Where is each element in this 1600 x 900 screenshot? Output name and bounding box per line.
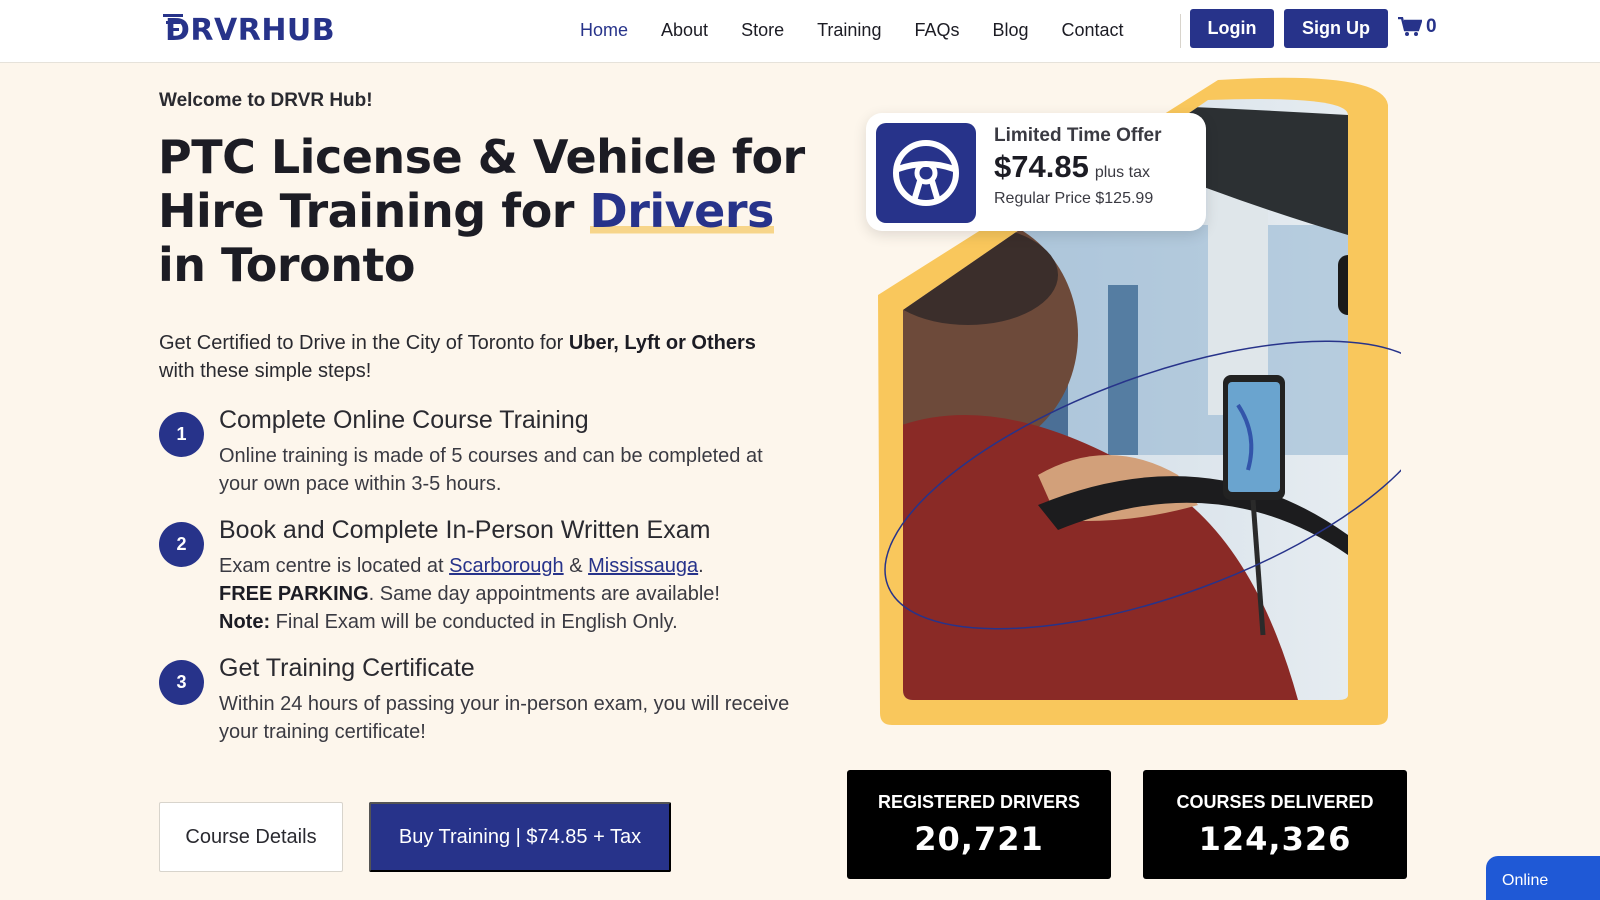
exam-location-text: Exam centre is located at (219, 555, 450, 577)
nav-faqs[interactable]: FAQs (914, 18, 959, 42)
step-title: Complete Online Course Training (219, 406, 589, 434)
offer-card: Limited Time Offer $74.85 plus tax Regula… (866, 113, 1206, 231)
online-chat-widget[interactable]: Online (1486, 856, 1600, 900)
step-number-badge: 1 (159, 412, 204, 457)
note-text: Final Exam will be conducted in English … (270, 611, 678, 633)
regular-price: Regular Price $125.99 (994, 190, 1154, 207)
ampersand: & (563, 555, 589, 577)
welcome-text: Welcome to DRVR Hub! (159, 90, 373, 111)
nav-store[interactable]: Store (741, 18, 784, 42)
site-header: DRVRHUB Home About Store Training FAQs B… (0, 0, 1600, 63)
nav-training[interactable]: Training (817, 18, 881, 42)
mississauga-link[interactable]: Mississauga (588, 555, 698, 577)
title-part-2: in Toronto (158, 238, 416, 292)
step-title: Book and Complete In-Person Written Exam (219, 516, 711, 544)
intro-bold: Uber, Lyft or Others (568, 332, 756, 354)
nav-contact[interactable]: Contact (1062, 18, 1124, 42)
logo-text: DRVRHUB (165, 12, 336, 48)
step-description: Exam centre is located at Scarborough & … (219, 552, 799, 636)
intro-part-1: Get Certified to Drive in the City of To… (159, 332, 569, 354)
stat-registered-drivers: REGISTERED DRIVERS 20,721 (847, 770, 1111, 879)
title-highlight: Drivers (589, 184, 774, 238)
stat-value: 124,326 (1198, 820, 1352, 858)
period: . (698, 555, 704, 577)
logo-lines-icon (163, 14, 183, 31)
nav-divider (1180, 14, 1181, 48)
parking-text: . Same day appointments are available! (368, 583, 720, 605)
cart-link[interactable]: 0 (1398, 16, 1437, 38)
signup-button[interactable]: Sign Up (1284, 9, 1388, 48)
step-description: Within 24 hours of passing your in-perso… (219, 693, 790, 743)
stat-value: 20,721 (914, 820, 1044, 858)
page-title: PTC License & Vehicle for Hire Training … (158, 130, 808, 292)
scarborough-link[interactable]: Scarborough (449, 555, 564, 577)
stat-label: REGISTERED DRIVERS (877, 792, 1081, 812)
offer-label: Limited Time Offer (994, 125, 1162, 146)
step-title: Get Training Certificate (219, 654, 475, 682)
steering-wheel-icon (876, 123, 976, 223)
nav-home[interactable]: Home (580, 18, 628, 42)
offer-tax-text: plus tax (1094, 164, 1150, 181)
cart-icon (1398, 17, 1422, 36)
cart-count: 0 (1426, 16, 1437, 37)
logo[interactable]: DRVRHUB (163, 12, 336, 48)
free-parking-label: FREE PARKING (219, 583, 369, 605)
step-number-badge: 2 (159, 522, 204, 567)
course-details-button[interactable]: Course Details (159, 802, 343, 872)
step-number-badge: 3 (159, 660, 204, 705)
intro-text: Get Certified to Drive in the City of To… (159, 329, 779, 385)
intro-part-2: with these simple steps! (159, 360, 372, 382)
offer-price-value: $74.85 (994, 149, 1089, 184)
buy-training-button[interactable]: Buy Training | $74.85 + Tax (369, 802, 671, 872)
nav-blog[interactable]: Blog (992, 18, 1028, 42)
step-description: Online training is made of 5 courses and… (219, 445, 763, 495)
stat-label: COURSES DELIVERED (1176, 792, 1374, 812)
login-button[interactable]: Login (1190, 9, 1274, 48)
note-label: Note: (219, 611, 271, 633)
main-nav: Home About Store Training FAQs Blog Cont… (580, 18, 1157, 42)
stat-courses-delivered: COURSES DELIVERED 124,326 (1143, 770, 1407, 879)
offer-price: $74.85 plus tax (994, 149, 1150, 185)
nav-about[interactable]: About (661, 18, 708, 42)
